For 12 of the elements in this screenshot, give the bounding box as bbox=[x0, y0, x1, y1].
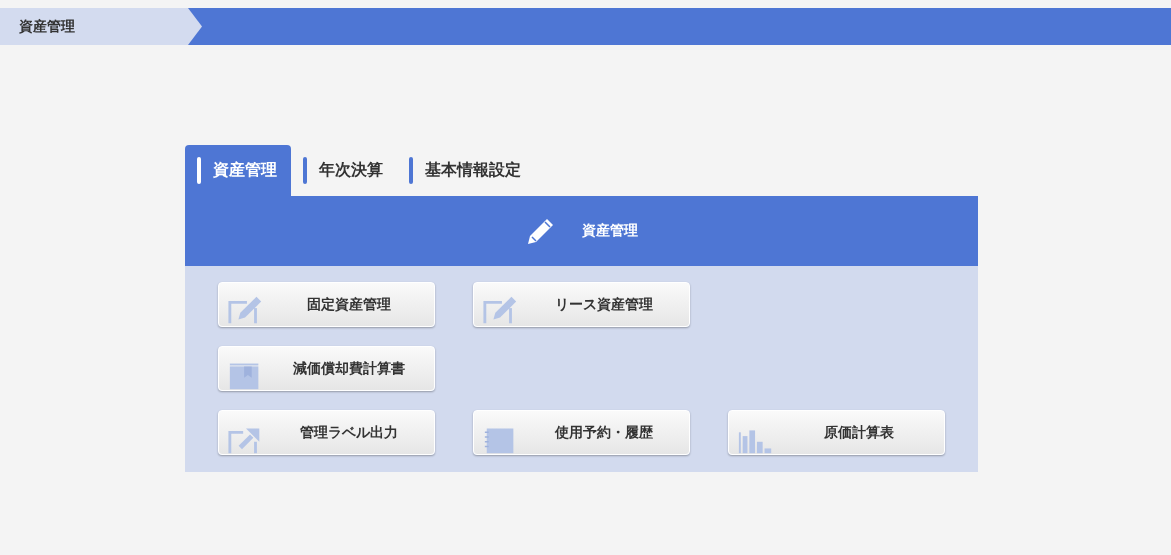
breadcrumb-label: 資産管理 bbox=[0, 8, 202, 45]
tab[interactable]: 基本情報設定 bbox=[397, 145, 535, 196]
menu-button[interactable]: 使用予約・履歴 bbox=[473, 410, 690, 455]
menu-button[interactable]: 減価償却費計算書 bbox=[218, 346, 435, 391]
pencil-icon bbox=[525, 216, 556, 246]
menu-button[interactable]: 原価計算表 bbox=[728, 410, 945, 455]
tab[interactable]: 資産管理 bbox=[185, 145, 291, 196]
menu-button[interactable]: リース資産管理 bbox=[473, 282, 690, 327]
panel-title: 資産管理 bbox=[581, 222, 638, 240]
tab[interactable]: 年次決算 bbox=[291, 145, 397, 196]
menu-button[interactable]: 管理ラベル出力 bbox=[218, 410, 435, 455]
menu-button[interactable]: 固定資産管理 bbox=[218, 282, 435, 327]
